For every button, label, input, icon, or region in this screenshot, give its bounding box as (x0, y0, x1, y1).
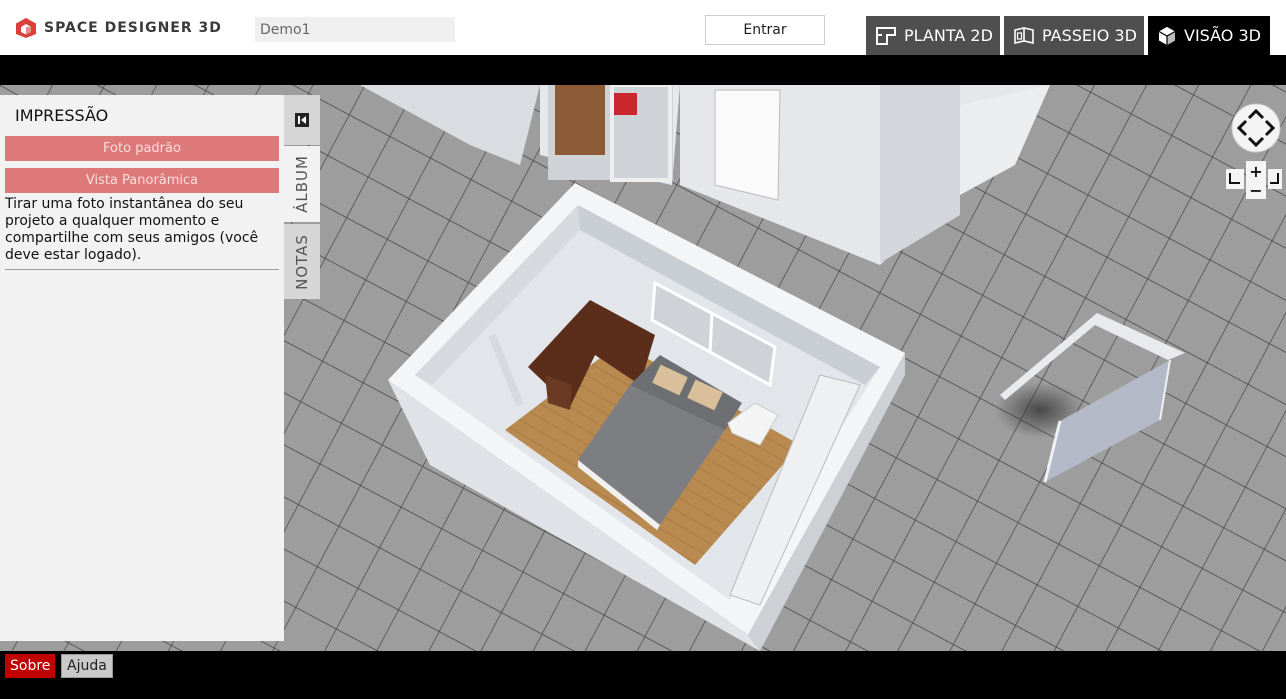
zoom-in-icon[interactable]: + (1246, 161, 1266, 181)
zoom-out-icon[interactable]: − (1246, 181, 1266, 200)
cube-icon (1158, 26, 1176, 45)
toolbar-strip (0, 55, 1286, 85)
tab-album-label: ÁLBUM (293, 155, 311, 213)
help-button[interactable]: Ajuda (61, 654, 113, 678)
print-panel: IMPRESSÃO Foto padrão Vista Panorâmica T… (0, 95, 284, 641)
login-button[interactable]: Entrar (705, 15, 825, 45)
footer: Sobre Ajuda (0, 651, 1286, 699)
brand-name: SPACE DESIGNER 3D (44, 20, 222, 36)
collapse-panel-button[interactable] (284, 95, 320, 145)
project-name-input[interactable] (255, 17, 455, 42)
panoramic-view-button[interactable]: Vista Panorâmica (5, 168, 279, 193)
logo-icon (16, 18, 36, 38)
tab-album[interactable]: ÁLBUM (284, 146, 320, 222)
tab-label: PASSEIO 3D (1042, 26, 1137, 45)
tab-label: PLANTA 2D (904, 26, 993, 45)
walkthrough-icon (1014, 26, 1034, 44)
about-button[interactable]: Sobre (5, 654, 56, 678)
tab-notas[interactable]: NOTAS (284, 224, 320, 299)
tab-label: VISÃO 3D (1184, 26, 1261, 45)
tab-planta-2d[interactable]: PLANTA 2D (866, 16, 1000, 55)
divider (5, 269, 279, 270)
tab-notas-label: NOTAS (293, 233, 311, 290)
panel-description: Tirar uma foto instantânea do seu projet… (5, 196, 259, 263)
floorplan-icon (876, 26, 896, 45)
standard-photo-button[interactable]: Foto padrão (5, 136, 279, 161)
tab-passeio-3d[interactable]: PASSEIO 3D (1004, 16, 1144, 55)
top-header: SPACE DESIGNER 3D Entrar PLANTA 2D PASSE… (0, 0, 1286, 55)
panel-title: IMPRESSÃO (15, 106, 109, 125)
brand-logo[interactable]: SPACE DESIGNER 3D (15, 17, 222, 39)
collapse-icon (295, 113, 309, 127)
tab-visao-3d[interactable]: VISÃO 3D (1148, 16, 1270, 55)
